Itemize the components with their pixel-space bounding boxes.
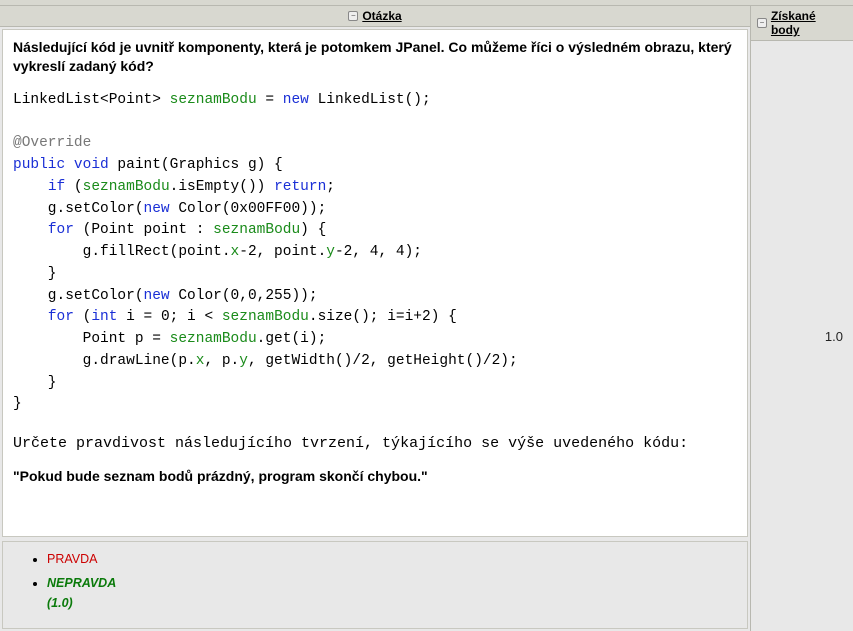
collapse-icon[interactable]: − — [348, 11, 358, 21]
option-wrong-label: PRAVDA — [47, 552, 97, 566]
score-column: − Získané body 1.0 — [751, 6, 853, 631]
option-correct-label: NEPRAVDA — [47, 576, 116, 590]
statement-text: "Pokud bude seznam bodů prázdný, program… — [13, 468, 737, 484]
score-column-header: − Získané body — [751, 6, 853, 41]
question-column-title: Otázka — [362, 9, 401, 23]
question-prompt: Následující kód je uvnitř komponenty, kt… — [13, 38, 737, 76]
score-value-cell: 1.0 — [751, 41, 853, 631]
code-block: LinkedList<Point> seznamBodu = new Linke… — [13, 90, 737, 416]
question-column-header: − Otázka — [0, 6, 750, 27]
question-body: Následující kód je uvnitř komponenty, kt… — [2, 29, 748, 537]
options-list: PRAVDA NEPRAVDA (1.0) — [13, 552, 737, 610]
option-correct[interactable]: NEPRAVDA (1.0) — [47, 576, 737, 610]
score-column-title: Získané body — [771, 9, 847, 37]
collapse-icon[interactable]: − — [757, 18, 767, 28]
question-column: − Otázka Následující kód je uvnitř kompo… — [0, 6, 751, 631]
options-panel: PRAVDA NEPRAVDA (1.0) — [2, 541, 748, 629]
option-correct-score: (1.0) — [47, 596, 737, 610]
main-row: − Otázka Následující kód je uvnitř kompo… — [0, 6, 853, 631]
score-value: 1.0 — [825, 329, 843, 344]
sub-instruction: Určete pravdivost následujícího tvrzení,… — [13, 434, 737, 454]
option-wrong[interactable]: PRAVDA — [47, 552, 737, 566]
